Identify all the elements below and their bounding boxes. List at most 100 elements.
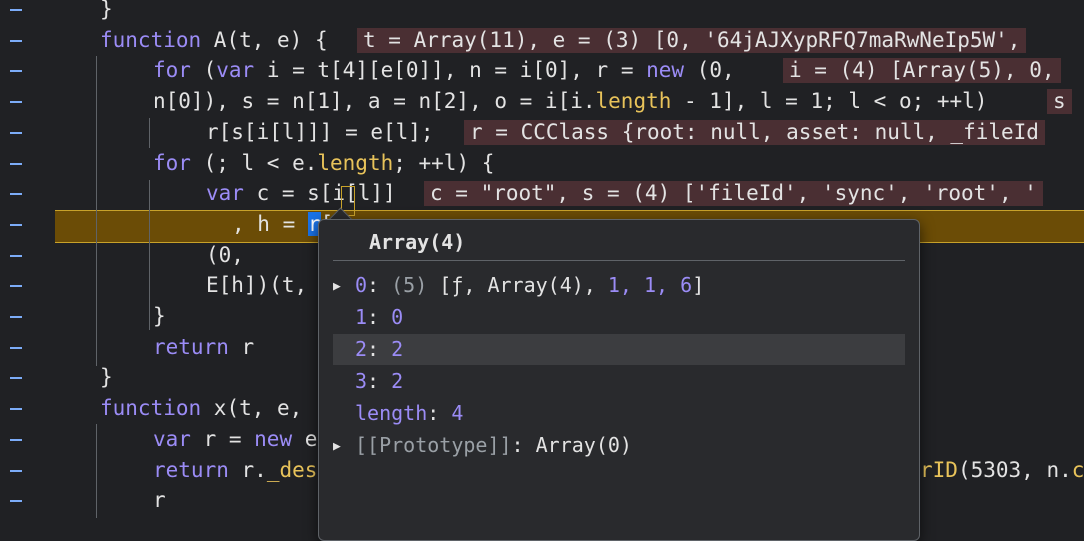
popover-title: Array(4): [369, 230, 466, 254]
triangle-right-icon[interactable]: ▶: [333, 431, 355, 462]
code-token: i = t[4][e[0]], n = i[0], r =: [266, 58, 647, 83]
code-token: var: [216, 58, 267, 83]
code-token: x(t, e,: [213, 396, 303, 421]
code-text: r: [153, 485, 166, 516]
code-text: }: [100, 0, 113, 25]
inline-variable-value[interactable]: c = "root", s = (4) ['fileId', 'sync', '…: [424, 181, 1043, 207]
inline-variable-value[interactable]: i = (4) [Array(5), 0,: [783, 58, 1061, 84]
code-token: n[0]), s = n[1], a = n[2], o = i[i.: [153, 89, 596, 114]
entry-key: 3: [355, 369, 368, 393]
code-text: (0,: [206, 240, 244, 271]
code-text: E[h])(t,: [206, 270, 307, 301]
entry-preview-numbers: 1, 1, 6: [607, 273, 693, 297]
entry-key: [[Prototype]]: [355, 433, 512, 457]
code-token: (; l < e.: [203, 150, 318, 175]
code-token: r: [153, 488, 166, 513]
code-line: var c = s[i[l]] c = "root", s = (4) ['fil…: [0, 178, 1084, 209]
array-entry-row[interactable]: 3: 2: [333, 366, 905, 397]
code-token: (: [203, 58, 217, 83]
code-text: function x(t, e,: [100, 393, 302, 424]
code-token: (5303, n.: [957, 457, 1072, 482]
code-token: rID: [920, 457, 958, 482]
code-token: _des: [266, 457, 318, 482]
code-text: }: [100, 362, 113, 393]
entry-value: 0: [391, 305, 404, 329]
code-token: new: [646, 58, 697, 83]
code-token: - 1], l = 1; l < o; ++l): [671, 89, 988, 114]
code-text: }: [153, 301, 166, 332]
code-token: }: [100, 365, 113, 390]
code-token: for: [153, 150, 204, 175]
code-token: r.: [241, 457, 267, 482]
code-token: A(t, e) {: [213, 27, 328, 52]
code-text: function A(t, e) {: [100, 25, 328, 56]
entry-colon: :: [427, 401, 452, 425]
array-entry-row[interactable]: 2: 2: [333, 334, 905, 365]
entry-length-hint: (5): [391, 273, 428, 297]
code-line: for (; l < e.length; ++l) {: [0, 148, 1084, 179]
code-token: }: [153, 304, 166, 328]
inline-variable-value[interactable]: s: [1047, 89, 1072, 115]
popover-divider: [333, 260, 905, 261]
array-entry-row[interactable]: 1: 0: [333, 302, 905, 333]
code-token: length: [595, 89, 672, 114]
triangle-right-icon[interactable]: ▶: [333, 271, 355, 302]
code-token: e: [304, 426, 318, 451]
code-token: r =: [203, 426, 255, 451]
code-token: new: [254, 426, 305, 451]
code-token: return: [153, 457, 242, 482]
entry-key: 1: [355, 305, 368, 329]
code-token: r: [241, 334, 255, 359]
entry-value: Array(0): [535, 433, 632, 457]
code-token: c: [1071, 457, 1084, 482]
code-token: length: [317, 150, 394, 175]
code-token: for: [153, 58, 204, 83]
code-token: (0,: [206, 242, 244, 267]
code-token: return: [153, 334, 242, 359]
entry-colon: :: [367, 369, 392, 393]
code-text: var r = new e: [153, 424, 317, 455]
entry-value: 4: [451, 401, 464, 425]
entry-value: 2: [391, 337, 404, 361]
entry-value: 2: [391, 369, 404, 393]
entry-colon: :: [367, 305, 392, 329]
variable-value-popover[interactable]: Array(4) ▶ 0: (5) [ƒ, Array(4), 1, 1, 6] 1…: [318, 219, 920, 541]
code-text: var c = s[i[l]]: [206, 178, 396, 209]
code-text: r[s[i[l]]] = e[l];: [206, 117, 434, 148]
code-token: c = s[i[l]]: [256, 181, 396, 206]
code-token: function: [100, 27, 214, 52]
array-entry-row[interactable]: ▶ 0: (5) [ƒ, Array(4), 1, 1, 6]: [333, 270, 905, 301]
code-line: r[s[i[l]]] = e[l]; r = CCClass {root: nul…: [0, 117, 1084, 148]
code-token: var: [206, 181, 257, 206]
code-token: }: [100, 0, 113, 21]
array-entry-row[interactable]: ▶ [[Prototype]]: Array(0): [333, 430, 905, 461]
code-token: ; ++l) {: [393, 150, 495, 175]
entry-key: 0: [355, 273, 368, 297]
code-line: for (var i = t[4][e[0]], n = i[0], r = n…: [0, 55, 1084, 86]
code-token: r[s[i[l]]] = e[l];: [206, 119, 434, 144]
entry-key: length: [355, 401, 428, 425]
code-line: }: [0, 0, 1084, 25]
code-token: function: [100, 396, 214, 421]
inline-variable-value[interactable]: t = Array(11), e = (3) [0, '64jAJXypRFQ7…: [357, 27, 1027, 53]
code-token: , h =: [232, 211, 308, 236]
code-token: (0,: [696, 58, 735, 83]
entry-preview-end: ]: [692, 273, 705, 297]
code-text: return r: [153, 332, 254, 363]
code-text: for (var i = t[4][e[0]], n = i[0], r = n…: [153, 55, 735, 86]
entry-colon: :: [367, 273, 392, 297]
code-text: n[0]), s = n[1], a = n[2], o = i[i.lengt…: [153, 86, 987, 117]
entry-key: 2: [355, 337, 368, 361]
array-entry-row[interactable]: length: 4: [333, 398, 905, 429]
code-token: E[h])(t,: [206, 273, 308, 298]
code-line: n[0]), s = n[1], a = n[2], o = i[i.lengt…: [0, 86, 1084, 117]
inline-variable-value[interactable]: r = CCClass {root: null, asset: null, _f…: [464, 119, 1045, 145]
entry-colon: :: [367, 337, 392, 361]
code-line: function A(t, e) { t = Array(11), e = (3)…: [0, 25, 1084, 56]
code-text: for (; l < e.length; ++l) {: [153, 148, 494, 179]
code-text: rID(5303, n.c: [920, 455, 1084, 486]
entry-colon: :: [511, 433, 536, 457]
code-token: var: [153, 426, 204, 451]
entry-preview: [ƒ, Array(4),: [427, 273, 608, 297]
code-text: return r._des: [153, 455, 317, 486]
